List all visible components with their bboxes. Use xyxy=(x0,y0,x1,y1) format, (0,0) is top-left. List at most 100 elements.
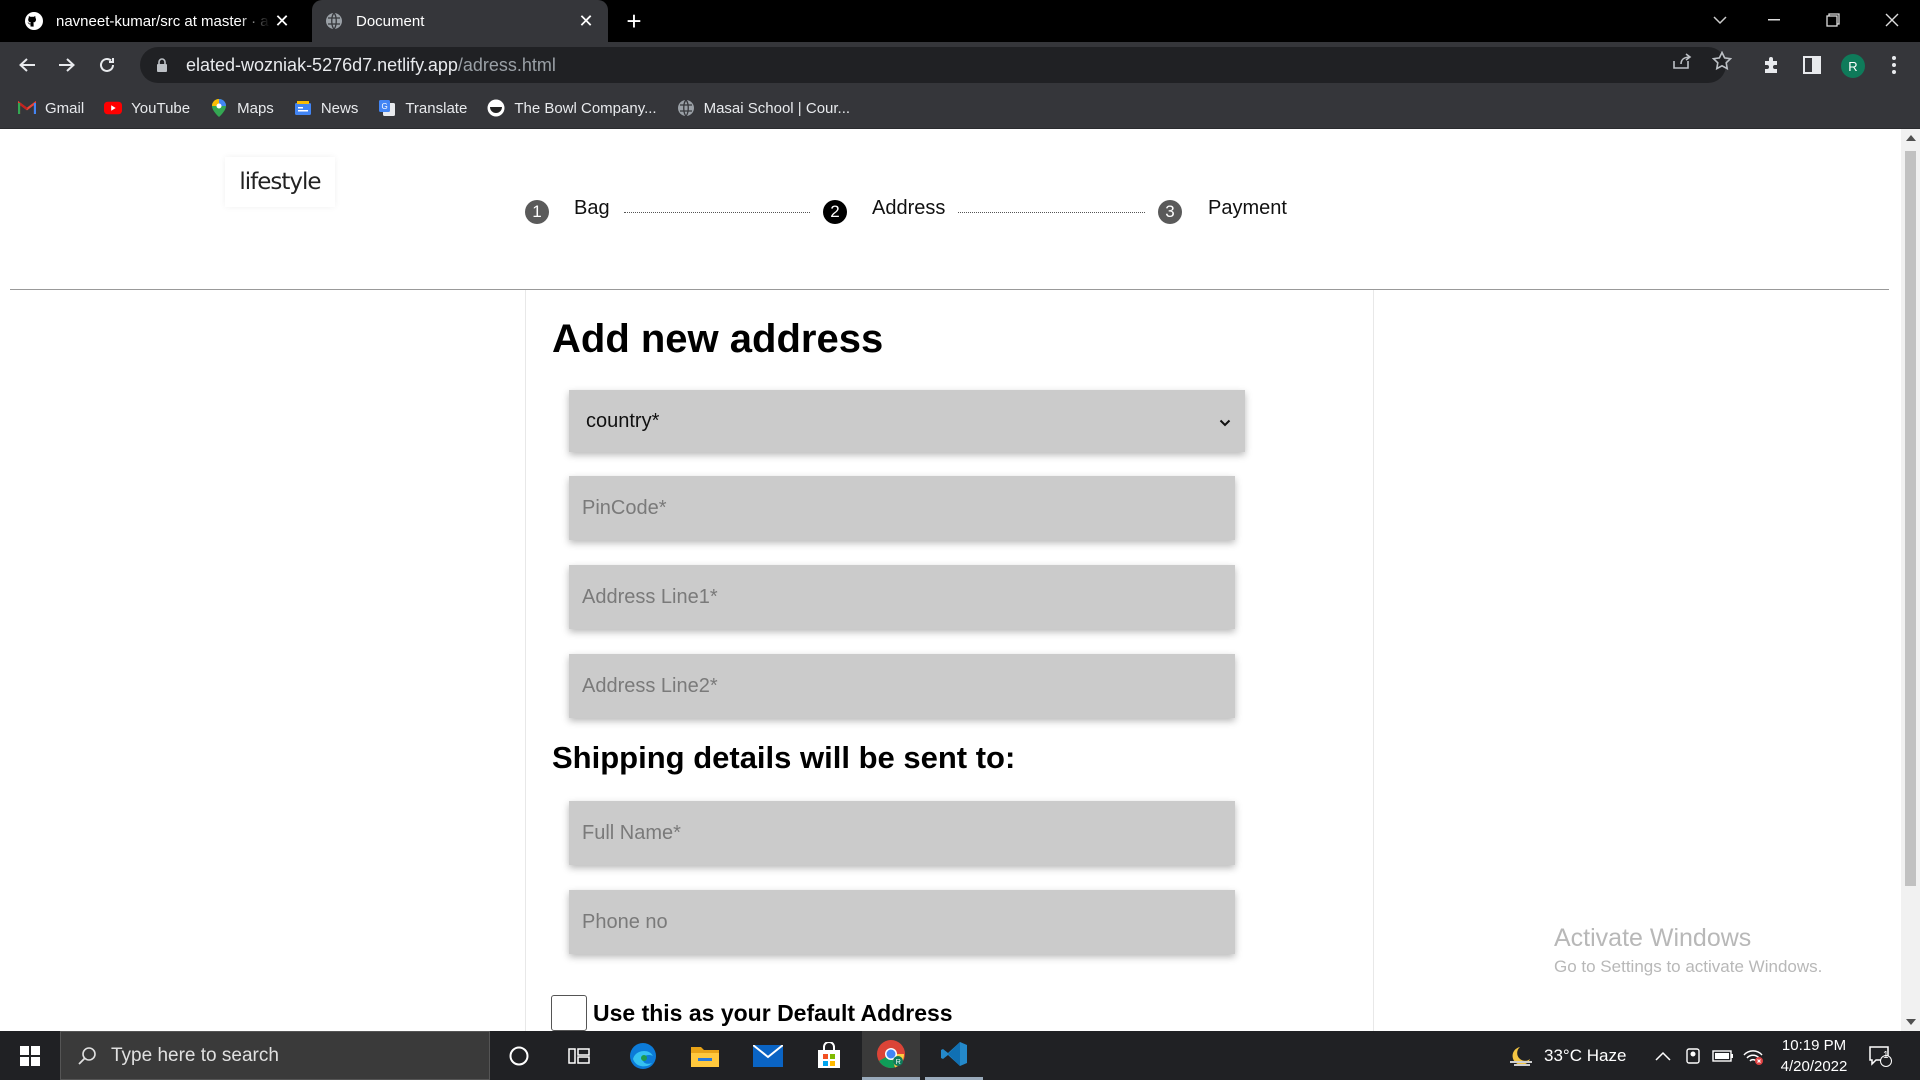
restore-icon[interactable] xyxy=(1805,0,1861,40)
battery-icon[interactable] xyxy=(1712,1031,1734,1080)
close-tab-icon[interactable]: ✕ xyxy=(270,9,294,33)
forward-icon[interactable] xyxy=(51,49,83,81)
clock-date: 4/20/2022 xyxy=(1780,1058,1848,1075)
cortana-icon[interactable] xyxy=(490,1031,548,1080)
notifications-icon[interactable]: 1 xyxy=(1868,1031,1892,1080)
tab-title: navneet-kumar/src at master · an xyxy=(56,12,270,30)
minimize-icon[interactable] xyxy=(1746,0,1802,40)
bookmark-star-icon[interactable] xyxy=(1711,50,1733,72)
meet-now-icon[interactable] xyxy=(1685,1031,1703,1080)
default-address-row: Use this as your Default Address xyxy=(551,995,953,1031)
chrome-icon[interactable]: R xyxy=(862,1031,920,1080)
default-address-label[interactable]: Use this as your Default Address xyxy=(593,1000,953,1027)
country-select[interactable]: country* xyxy=(569,390,1245,452)
tab-search-icon[interactable] xyxy=(1692,0,1748,40)
lock-icon[interactable] xyxy=(154,57,170,73)
page-title: Add new address xyxy=(552,317,884,361)
address-line1-field[interactable]: Address Line1* xyxy=(569,565,1235,629)
globe-icon xyxy=(324,11,344,31)
address-line2-field[interactable]: Address Line2* xyxy=(569,654,1235,718)
browser-toolbar: elated-wozniak-5276d7.netlify.app/adress… xyxy=(0,42,1920,88)
news-icon xyxy=(294,99,312,117)
weather-moon-icon xyxy=(1508,1045,1534,1067)
step-label-address[interactable]: Address xyxy=(872,197,945,220)
maps-icon xyxy=(210,99,228,117)
scroll-up-icon[interactable] xyxy=(1906,135,1916,141)
microsoft-store-icon[interactable] xyxy=(800,1031,858,1080)
step-label-bag[interactable]: Bag xyxy=(574,197,610,220)
pincode-field[interactable]: PinCode* xyxy=(569,476,1235,540)
lifestyle-logo[interactable]: lifestyle xyxy=(225,157,335,207)
youtube-icon xyxy=(104,99,123,117)
tab-strip: navneet-kumar/src at master · an ✕ Docum… xyxy=(0,0,1920,42)
close-tab-icon[interactable]: ✕ xyxy=(574,9,598,33)
address-line2-placeholder: Address Line2* xyxy=(582,674,718,697)
bookmark-maps[interactable]: Maps xyxy=(210,99,274,117)
svg-text:G: G xyxy=(382,102,388,111)
share-icon[interactable] xyxy=(1671,50,1693,72)
step-number: 1 xyxy=(525,200,549,224)
tab-github[interactable]: navneet-kumar/src at master · an ✕ xyxy=(14,0,304,42)
watermark-subtitle: Go to Settings to activate Windows. xyxy=(1554,957,1823,976)
close-window-icon[interactable] xyxy=(1864,0,1920,40)
windows-taskbar: Type here to search R 33°C Haze 10:19 PM… xyxy=(0,1031,1920,1080)
logo-text: lifestyle xyxy=(239,169,321,195)
step-number: 2 xyxy=(823,200,847,224)
step-label-payment[interactable]: Payment xyxy=(1208,197,1287,220)
bookmark-label: News xyxy=(320,99,359,117)
clock-time: 10:19 PM xyxy=(1781,1037,1847,1054)
bookmark-gmail[interactable]: Gmail xyxy=(18,99,84,117)
back-icon[interactable] xyxy=(11,49,43,81)
step-number: 3 xyxy=(1158,200,1182,224)
step-connector xyxy=(958,212,1145,213)
network-icon[interactable] xyxy=(1742,1031,1764,1080)
pincode-placeholder: PinCode* xyxy=(582,496,667,519)
bookmark-label: Masai School | Cour... xyxy=(703,99,851,117)
page-scrollbar[interactable] xyxy=(1901,129,1920,1031)
mail-icon[interactable] xyxy=(739,1031,797,1080)
gmail-icon xyxy=(18,99,36,117)
full-name-field[interactable]: Full Name* xyxy=(569,801,1235,865)
file-explorer-icon[interactable] xyxy=(676,1031,734,1080)
page-viewport: lifestyle 1 Bag 2 Address 3 Payment Add … xyxy=(0,129,1901,1031)
column-divider xyxy=(525,290,526,1031)
bookmark-translate[interactable]: G Translate xyxy=(378,99,467,117)
tab-title: Document xyxy=(356,12,425,30)
phone-field[interactable]: Phone no xyxy=(569,890,1235,954)
chevron-down-icon xyxy=(1219,410,1231,433)
edge-icon[interactable] xyxy=(614,1031,672,1080)
weather-widget[interactable]: 33°C Haze xyxy=(1508,1031,1626,1080)
bookmark-news[interactable]: News xyxy=(294,99,359,117)
notification-count: 1 xyxy=(1883,1050,1889,1061)
windows-start-icon[interactable] xyxy=(0,1031,60,1080)
tab-document[interactable]: Document ✕ xyxy=(312,0,608,42)
show-hidden-icons[interactable] xyxy=(1655,1031,1671,1080)
profile-avatar[interactable]: R xyxy=(1841,54,1865,78)
watermark-title: Activate Windows xyxy=(1554,924,1752,952)
header-divider xyxy=(10,289,1889,290)
task-view-icon[interactable] xyxy=(550,1031,608,1080)
extensions-icon[interactable] xyxy=(1760,53,1784,77)
vscode-icon[interactable] xyxy=(925,1031,983,1080)
taskbar-search-box[interactable]: Type here to search xyxy=(60,1031,490,1080)
menu-icon[interactable] xyxy=(1882,53,1906,77)
bookmark-label: The Bowl Company... xyxy=(514,99,657,117)
globe-icon xyxy=(677,99,695,117)
bookmark-label: Maps xyxy=(237,99,274,117)
step-connector xyxy=(624,212,810,213)
system-clock[interactable]: 10:19 PM 4/20/2022 xyxy=(1768,1035,1860,1077)
side-panel-icon[interactable] xyxy=(1800,53,1824,77)
bookmark-youtube[interactable]: YouTube xyxy=(104,99,190,117)
bookmark-masai-school[interactable]: Masai School | Cour... xyxy=(677,99,850,117)
scroll-down-icon[interactable] xyxy=(1906,1019,1916,1025)
address-line1-placeholder: Address Line1* xyxy=(582,585,718,608)
new-tab-button[interactable]: + xyxy=(620,6,648,36)
scrollbar-thumb[interactable] xyxy=(1905,151,1916,886)
reload-icon[interactable] xyxy=(91,49,123,81)
bookmark-bowl-company[interactable]: The Bowl Company... xyxy=(487,99,657,117)
shipping-heading: Shipping details will be sent to: xyxy=(552,740,1016,775)
translate-icon: G xyxy=(378,99,396,117)
address-bar[interactable]: elated-wozniak-5276d7.netlify.app/adress… xyxy=(140,47,1726,83)
activate-windows-watermark: Activate Windows Go to Settings to activ… xyxy=(1554,924,1822,977)
default-address-checkbox[interactable] xyxy=(551,995,587,1031)
